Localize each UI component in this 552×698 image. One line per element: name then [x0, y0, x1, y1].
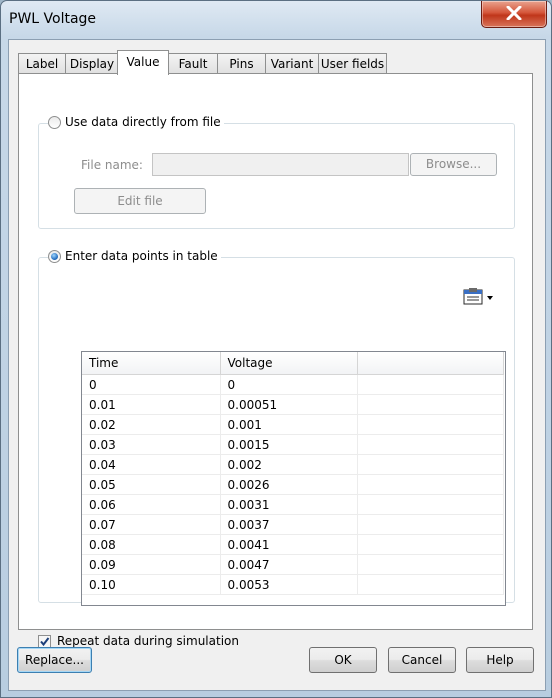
- cancel-button[interactable]: Cancel: [388, 647, 456, 673]
- time-cell[interactable]: 0.04: [82, 454, 221, 475]
- time-cell[interactable]: 0.03: [82, 434, 221, 455]
- voltage-cell[interactable]: 0.0047: [220, 554, 358, 575]
- time-cell[interactable]: 0.10: [82, 574, 221, 595]
- voltage-cell[interactable]: 0.002: [220, 454, 358, 475]
- empty-cell[interactable]: [357, 414, 504, 435]
- empty-cell[interactable]: [357, 514, 504, 535]
- file-source-radio[interactable]: [48, 115, 61, 129]
- empty-cell[interactable]: [357, 454, 504, 475]
- table-options-button[interactable]: [461, 286, 497, 308]
- tab-label[interactable]: Label: [18, 53, 66, 74]
- voltage-cell[interactable]: 0.0031: [220, 494, 358, 515]
- tab-user-fields[interactable]: User fields: [318, 53, 387, 74]
- voltage-cell[interactable]: 0.001: [220, 414, 358, 435]
- repeat-label: Repeat data during simulation: [57, 634, 239, 648]
- dialog-window: PWL Voltage Label Display Value Fault Pi…: [0, 0, 552, 698]
- voltage-cell[interactable]: 0.0026: [220, 474, 358, 495]
- empty-cell[interactable]: [357, 554, 504, 575]
- time-cell[interactable]: 0.06: [82, 494, 221, 515]
- edit-file-button[interactable]: Edit file: [74, 188, 206, 214]
- time-cell[interactable]: 0.05: [82, 474, 221, 495]
- replace-button[interactable]: Replace...: [17, 647, 92, 673]
- tab-value[interactable]: Value: [117, 50, 169, 75]
- dialog-client-area: Label Display Value Fault Pins Variant U…: [8, 39, 546, 691]
- time-cell[interactable]: 0.02: [82, 414, 221, 435]
- table-source-radio[interactable]: [48, 249, 61, 263]
- value-tab-panel: Use data directly from file File name: B…: [18, 73, 533, 648]
- voltage-cell[interactable]: 0.0037: [220, 514, 358, 535]
- table-row[interactable]: 0.05 0.0026: [82, 474, 504, 495]
- voltage-cell[interactable]: 0.0041: [220, 534, 358, 555]
- empty-cell[interactable]: [357, 374, 504, 395]
- time-cell[interactable]: 0.01: [82, 394, 221, 415]
- empty-cell[interactable]: [357, 574, 504, 595]
- column-header-time[interactable]: Time: [82, 352, 221, 375]
- table-row[interactable]: 0.08 0.0041: [82, 534, 504, 555]
- close-button[interactable]: [481, 1, 547, 28]
- empty-cell[interactable]: [357, 474, 504, 495]
- table-source-label: Enter data points in table: [65, 249, 218, 263]
- time-cell[interactable]: 0.09: [82, 554, 221, 575]
- table-options-icon: [463, 288, 493, 305]
- table-row[interactable]: 0.07 0.0037: [82, 514, 504, 535]
- checkmark-icon: [40, 637, 50, 647]
- file-name-input[interactable]: [152, 153, 409, 176]
- column-header-empty[interactable]: [357, 352, 504, 375]
- tab-display[interactable]: Display: [65, 53, 119, 74]
- table-row[interactable]: 0.04 0.002: [82, 454, 504, 475]
- table-row[interactable]: 0.06 0.0031: [82, 494, 504, 515]
- data-points-table[interactable]: Time Voltage 0 0 0.01 0.00051 0.02 0.001 0.03 0…: [81, 351, 506, 606]
- file-source-option[interactable]: Use data directly from file: [48, 115, 224, 129]
- browse-button[interactable]: Browse...: [410, 153, 497, 176]
- time-cell[interactable]: 0.07: [82, 514, 221, 535]
- time-cell[interactable]: 0: [82, 374, 221, 395]
- table-row[interactable]: 0.02 0.001: [82, 414, 504, 435]
- tab-fault[interactable]: Fault: [168, 53, 218, 74]
- title-bar[interactable]: PWL Voltage: [1, 1, 551, 39]
- tab-pins[interactable]: Pins: [217, 53, 266, 74]
- table-row[interactable]: 0.01 0.00051: [82, 394, 504, 415]
- table-row[interactable]: 0.03 0.0015: [82, 434, 504, 455]
- column-header-voltage[interactable]: Voltage: [220, 352, 358, 375]
- voltage-cell[interactable]: 0.00051: [220, 394, 358, 415]
- table-header-row: Time Voltage: [82, 352, 504, 375]
- help-button[interactable]: Help: [466, 647, 534, 673]
- table-row[interactable]: 0.09 0.0047: [82, 554, 504, 575]
- empty-cell[interactable]: [357, 394, 504, 415]
- table-row[interactable]: 0.10 0.0053: [82, 574, 504, 595]
- empty-cell[interactable]: [357, 494, 504, 515]
- voltage-cell[interactable]: 0: [220, 374, 358, 395]
- table-row[interactable]: 00: [82, 374, 504, 395]
- file-name-label: File name:: [81, 158, 143, 172]
- voltage-cell[interactable]: 0.0053: [220, 574, 358, 595]
- voltage-cell[interactable]: 0.0015: [220, 434, 358, 455]
- table-source-option[interactable]: Enter data points in table: [48, 249, 221, 263]
- file-source-group: Use data directly from file File name: B…: [38, 115, 515, 229]
- empty-cell[interactable]: [357, 534, 504, 555]
- time-cell[interactable]: 0.08: [82, 534, 221, 555]
- close-icon: [506, 6, 522, 20]
- empty-cell[interactable]: [357, 434, 504, 455]
- window-title: PWL Voltage: [9, 11, 97, 27]
- ok-button[interactable]: OK: [309, 647, 377, 673]
- tab-variant[interactable]: Variant: [265, 53, 319, 74]
- file-source-label: Use data directly from file: [65, 115, 221, 129]
